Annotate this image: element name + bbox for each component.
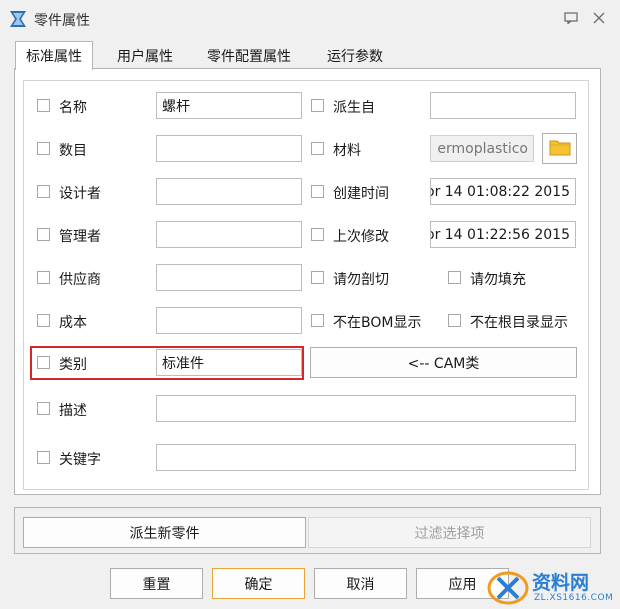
tab-user-properties[interactable]: 用户属性 xyxy=(107,42,183,69)
derived-from-checkbox[interactable] xyxy=(311,99,324,112)
supplier-checkbox[interactable] xyxy=(37,271,50,284)
app-logo-icon xyxy=(8,9,28,29)
derived-from-field[interactable] xyxy=(430,92,576,119)
quantity-label: 数目 xyxy=(59,143,87,159)
derive-new-part-button[interactable]: 派生新零件 xyxy=(23,517,306,548)
manager-field[interactable] xyxy=(156,221,302,248)
manager-label: 管理者 xyxy=(59,229,101,245)
quantity-checkbox[interactable] xyxy=(37,142,50,155)
cost-field[interactable] xyxy=(156,307,302,334)
category-highlight-box xyxy=(30,346,304,380)
title-bar xyxy=(0,0,620,38)
ok-button[interactable]: 确定 xyxy=(212,568,305,599)
name-field[interactable]: 螺杆 xyxy=(156,92,302,119)
watermark: 资料网 ZL.XS1616.COM xyxy=(486,566,620,609)
no-fill-label: 请勿填充 xyxy=(470,272,526,288)
last-modified-label: 上次修改 xyxy=(333,229,389,245)
name-checkbox[interactable] xyxy=(37,99,50,112)
keywords-label: 关键字 xyxy=(59,452,101,468)
tab-part-config-properties[interactable]: 零件配置属性 xyxy=(197,42,301,69)
not-in-root-label: 不在根目录显示 xyxy=(470,315,568,331)
last-modified-checkbox[interactable] xyxy=(311,228,324,241)
cancel-button[interactable]: 取消 xyxy=(314,568,407,599)
no-cut-label: 请勿剖切 xyxy=(333,272,389,288)
description-label: 描述 xyxy=(59,403,87,419)
not-in-root-checkbox[interactable] xyxy=(448,314,461,327)
help-icon[interactable] xyxy=(562,9,580,27)
no-fill-checkbox[interactable] xyxy=(448,271,461,284)
tab-standard-properties[interactable]: 标准属性 xyxy=(15,41,93,70)
cost-label: 成本 xyxy=(59,315,87,331)
reset-button[interactable]: 重置 xyxy=(110,568,203,599)
cost-checkbox[interactable] xyxy=(37,314,50,327)
filter-selection-button: 过滤选择项 xyxy=(308,517,591,548)
last-modified-field[interactable]: or 14 01:22:56 2015 xyxy=(430,221,576,248)
supplier-label: 供应商 xyxy=(59,272,101,288)
manager-checkbox[interactable] xyxy=(37,228,50,241)
designer-field[interactable] xyxy=(156,178,302,205)
designer-label: 设计者 xyxy=(59,186,101,202)
quantity-field[interactable] xyxy=(156,135,302,162)
not-in-bom-checkbox[interactable] xyxy=(311,314,324,327)
tab-runtime-parameters[interactable]: 运行参数 xyxy=(317,42,393,69)
cam-category-button[interactable]: <-- CAM类 xyxy=(310,347,577,378)
description-field[interactable] xyxy=(156,395,576,422)
watermark-brand: 资料网 xyxy=(532,572,590,594)
close-icon[interactable] xyxy=(590,9,608,27)
material-label: 材料 xyxy=(333,143,361,159)
no-cut-checkbox[interactable] xyxy=(311,271,324,284)
created-time-checkbox[interactable] xyxy=(311,185,324,198)
watermark-url: ZL.XS1616.COM xyxy=(534,593,614,603)
supplier-field[interactable] xyxy=(156,264,302,291)
keywords-field[interactable] xyxy=(156,444,576,471)
material-field: ermoplastico xyxy=(430,135,534,162)
created-time-field[interactable]: or 14 01:08:22 2015 xyxy=(430,178,576,205)
material-checkbox[interactable] xyxy=(311,142,324,155)
browse-material-button[interactable] xyxy=(542,133,577,164)
created-time-label: 创建时间 xyxy=(333,186,389,202)
window-title: 零件属性 xyxy=(34,13,90,29)
folder-icon xyxy=(549,138,571,160)
keywords-checkbox[interactable] xyxy=(37,451,50,464)
derived-from-label: 派生自 xyxy=(333,100,375,116)
designer-checkbox[interactable] xyxy=(37,185,50,198)
name-label: 名称 xyxy=(59,100,87,116)
not-in-bom-label: 不在BOM显示 xyxy=(333,315,422,331)
description-checkbox[interactable] xyxy=(37,402,50,415)
